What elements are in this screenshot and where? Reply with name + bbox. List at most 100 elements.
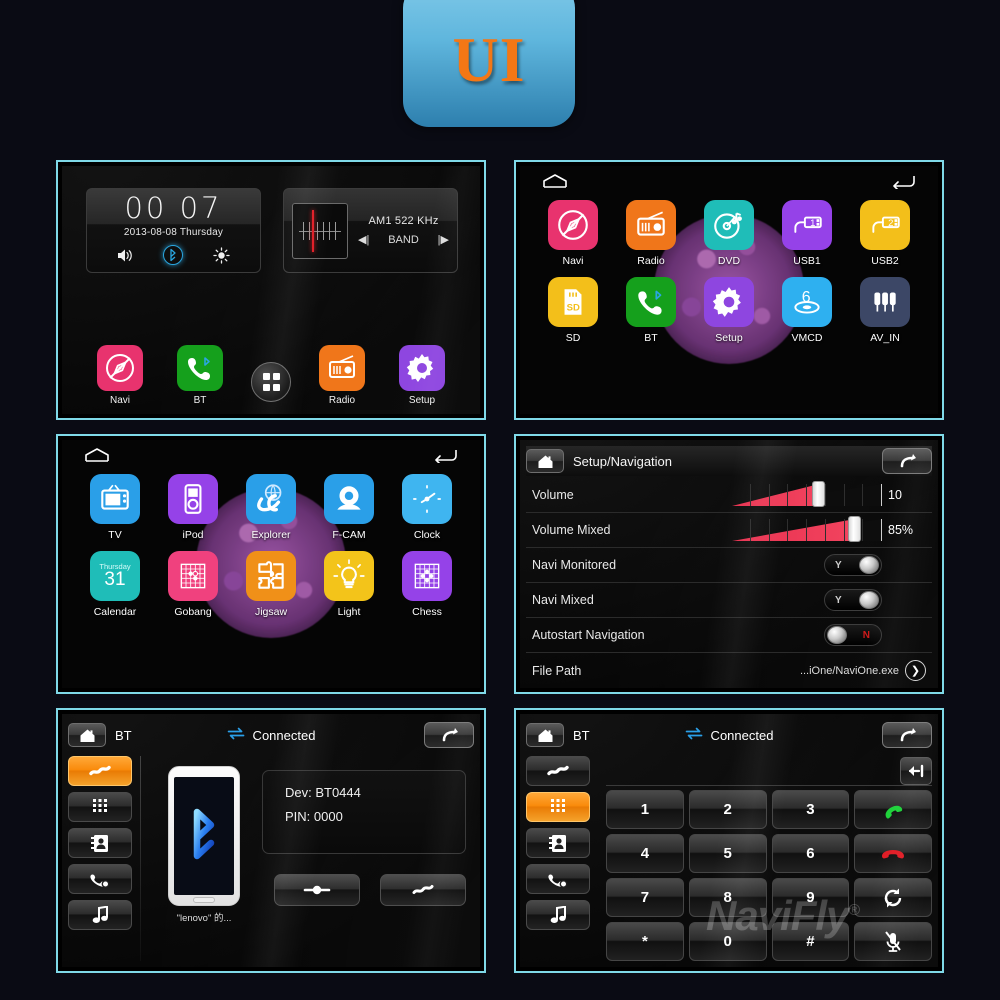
- call-transfer-button[interactable]: [854, 878, 932, 917]
- app-jigsaw[interactable]: Jigsaw: [236, 551, 306, 618]
- call-end-button[interactable]: [854, 834, 932, 873]
- navi-monitored-toggle[interactable]: Y: [824, 554, 882, 576]
- calendar-icon: Thursday 31: [90, 551, 140, 601]
- app-vmcd[interactable]: 6 VMCD: [772, 277, 842, 344]
- app-clock[interactable]: Clock: [392, 474, 462, 541]
- svg-text:6: 6: [802, 289, 811, 306]
- setting-row-volume-mixed[interactable]: Volume Mixed 85%: [526, 513, 932, 548]
- autostart-navigation-toggle[interactable]: N: [824, 624, 882, 646]
- sd-card-icon: SD: [548, 277, 598, 327]
- key-8[interactable]: 8: [688, 878, 767, 917]
- sidebar-item-bt-link[interactable]: [68, 756, 132, 786]
- key-0[interactable]: 0: [688, 922, 767, 961]
- music-note-icon: [550, 906, 566, 923]
- dock-item-setup[interactable]: Setup: [390, 345, 454, 406]
- dial-number-display[interactable]: [606, 756, 932, 786]
- home-outline-icon[interactable]: [84, 447, 110, 468]
- app-f-cam[interactable]: F-CAM: [314, 474, 384, 541]
- key-star[interactable]: *: [606, 922, 684, 961]
- key-9[interactable]: 9: [771, 878, 850, 917]
- ui-logo-text: UI: [452, 23, 526, 95]
- key-7[interactable]: 7: [606, 878, 684, 917]
- sidebar-item-contacts[interactable]: [526, 828, 590, 858]
- back-arrow-icon[interactable]: [424, 722, 474, 748]
- prev-track-icon[interactable]: ◀|: [358, 233, 369, 246]
- next-track-icon[interactable]: |▶: [438, 233, 449, 246]
- setting-row-navi-monitored[interactable]: Navi Monitored Y: [526, 548, 932, 583]
- app-calendar[interactable]: Thursday 31 Calendar: [80, 551, 150, 618]
- back-arrow-icon[interactable]: [890, 173, 916, 194]
- panel-grid: 00 07 2013-08-08 Thursday AM1 522 KHz ◀|…: [0, 160, 1000, 987]
- call-answer-button[interactable]: [854, 790, 932, 829]
- navi-mixed-toggle[interactable]: Y: [824, 589, 882, 611]
- app-explorer[interactable]: Explorer: [236, 474, 306, 541]
- dock-item-all-apps[interactable]: [248, 362, 294, 406]
- setting-row-file-path[interactable]: File Path ...iOne/NaviOne.exe ❯: [526, 653, 932, 688]
- home-icon[interactable]: [68, 723, 106, 747]
- chevron-right-icon[interactable]: ❯: [905, 660, 926, 681]
- home-icon[interactable]: [526, 449, 564, 473]
- home-outline-icon[interactable]: [542, 173, 568, 194]
- sidebar-item-keypad[interactable]: [526, 792, 590, 822]
- app-setup[interactable]: Setup: [694, 277, 764, 344]
- bt-unlink-button[interactable]: [274, 874, 360, 906]
- app-usb1[interactable]: 1 USB1: [772, 200, 842, 267]
- app-tv[interactable]: TV: [80, 474, 150, 541]
- app-light[interactable]: Light: [314, 551, 384, 618]
- setting-row-navi-mixed[interactable]: Navi Mixed Y: [526, 583, 932, 618]
- bt-link-button[interactable]: [380, 874, 466, 906]
- radio-band-controls: ◀| BAND |▶: [358, 233, 449, 247]
- back-arrow-icon[interactable]: [432, 447, 458, 468]
- key-4[interactable]: 4: [606, 834, 684, 873]
- brightness-icon[interactable]: [212, 245, 232, 265]
- back-arrow-icon[interactable]: [882, 448, 932, 474]
- volume-icon[interactable]: [115, 245, 135, 265]
- key-5[interactable]: 5: [688, 834, 767, 873]
- volume-mixed-slider[interactable]: [732, 516, 882, 542]
- sidebar-item-keypad[interactable]: [68, 792, 132, 822]
- volume-slider[interactable]: [732, 481, 882, 507]
- bt-dialpad-screen: BT Connected 1 2 3 4 5 6 7 8 9 * 0 # Nav…: [520, 714, 938, 967]
- setting-row-autostart-navigation[interactable]: Autostart Navigation N: [526, 618, 932, 653]
- back-arrow-icon[interactable]: [882, 722, 932, 748]
- app-usb2[interactable]: 2 USB2: [850, 200, 920, 267]
- sidebar-item-bt-link[interactable]: [526, 756, 590, 786]
- key-1[interactable]: 1: [606, 790, 684, 829]
- sidebar-item-music[interactable]: [526, 900, 590, 930]
- home-icon[interactable]: [526, 723, 564, 747]
- backspace-icon[interactable]: [900, 756, 932, 785]
- key-3[interactable]: 3: [771, 790, 850, 829]
- call-transfer-icon: [884, 888, 902, 907]
- dock-label: BT: [193, 395, 207, 406]
- sidebar-item-contacts[interactable]: [68, 828, 132, 858]
- sidebar-item-call-history[interactable]: [526, 864, 590, 894]
- mic-mute-button[interactable]: [854, 922, 932, 961]
- app-bt[interactable]: BT: [616, 277, 686, 344]
- panel-home-screen: 00 07 2013-08-08 Thursday AM1 522 KHz ◀|…: [56, 160, 486, 420]
- setting-row-volume[interactable]: Volume 10: [526, 478, 932, 513]
- dock-item-bt[interactable]: BT: [168, 345, 232, 406]
- app-gobang[interactable]: Gobang: [158, 551, 228, 618]
- phone-caption: "lenovo" 的...: [176, 913, 232, 924]
- bt-action-buttons: [274, 874, 466, 906]
- app-av-in[interactable]: AV_IN: [850, 277, 920, 344]
- key-hash[interactable]: #: [771, 922, 850, 961]
- key-6[interactable]: 6: [771, 834, 850, 873]
- bluetooth-icon[interactable]: [163, 245, 184, 266]
- app-chess[interactable]: Chess: [392, 551, 462, 618]
- app-radio[interactable]: Radio: [616, 200, 686, 267]
- app-dvd[interactable]: DVD: [694, 200, 764, 267]
- app-navi[interactable]: Navi: [538, 200, 608, 267]
- app-ipod[interactable]: iPod: [158, 474, 228, 541]
- radio-widget[interactable]: AM1 522 KHz ◀| BAND |▶: [283, 188, 458, 274]
- app-sd[interactable]: SD SD: [538, 277, 608, 344]
- clock-widget[interactable]: 00 07 2013-08-08 Thursday: [86, 188, 261, 274]
- ipod-icon: [168, 474, 218, 524]
- dock-item-radio[interactable]: Radio: [310, 345, 374, 406]
- setting-control: Y: [824, 589, 926, 611]
- sidebar-item-call-history[interactable]: [68, 864, 132, 894]
- dock-item-navi[interactable]: Navi: [88, 345, 152, 406]
- key-2[interactable]: 2: [688, 790, 767, 829]
- radio-band-label[interactable]: BAND: [388, 234, 419, 246]
- sidebar-item-music[interactable]: [68, 900, 132, 930]
